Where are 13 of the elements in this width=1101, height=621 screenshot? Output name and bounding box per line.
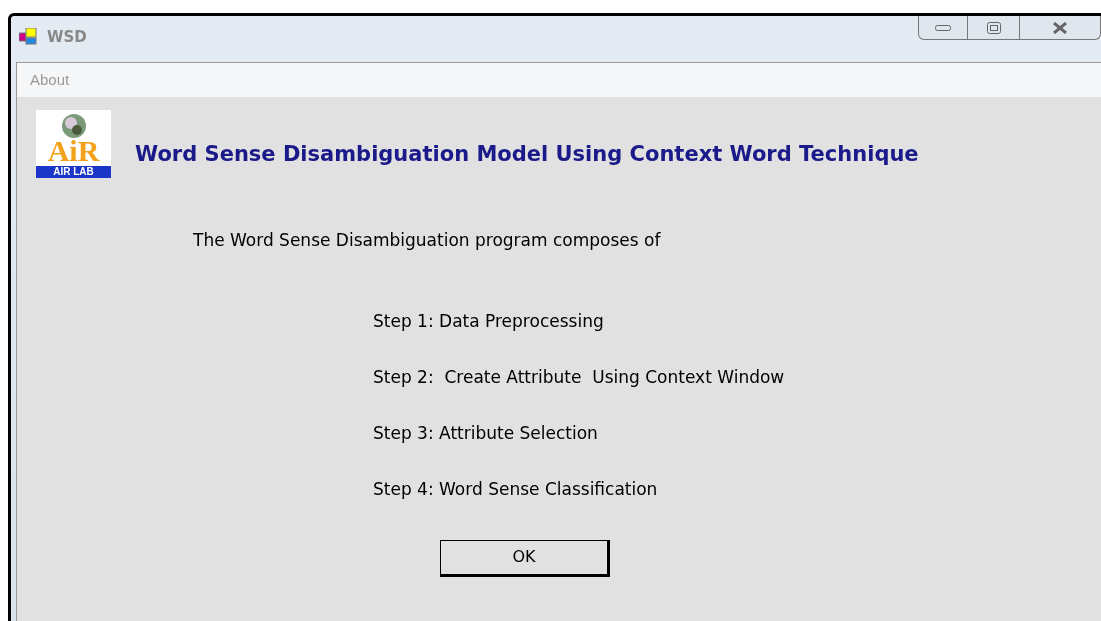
step-text: Step 3: Attribute Selection (373, 422, 599, 443)
close-icon (1052, 21, 1068, 34)
logo: AiR AIR LAB (36, 110, 111, 178)
ok-button[interactable]: OK (440, 539, 610, 577)
minimize-icon (935, 24, 951, 31)
heading: Word Sense Disambiguation Model Using Context Word Technique (135, 140, 919, 168)
app-icon (19, 28, 39, 47)
window-title: WSD (47, 27, 87, 48)
maximize-icon (986, 21, 1001, 34)
step-text: Step 1: Data Preprocessing (373, 310, 605, 331)
step-text: Step 4: Word Sense Classification (373, 478, 659, 499)
intro-text: The Word Sense Disambiguation program composes of (193, 229, 662, 252)
step-text: Step 2: Create Attribute Using Context Window (373, 366, 786, 387)
